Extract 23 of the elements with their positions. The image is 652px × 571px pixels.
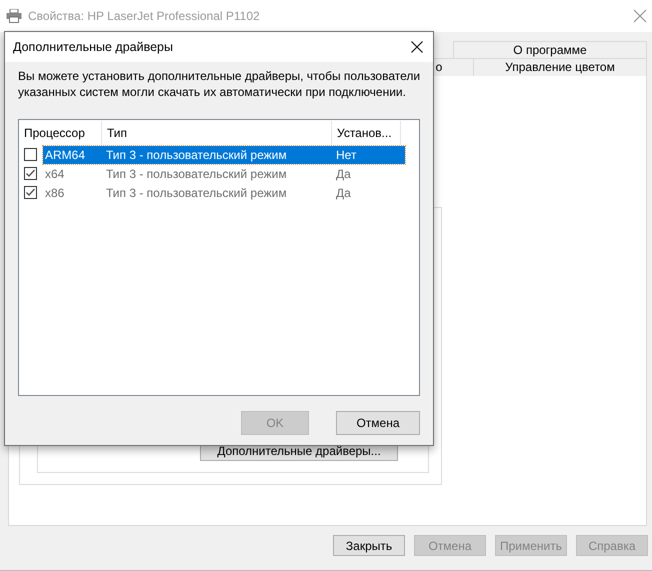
close-icon[interactable] (411, 41, 423, 53)
tab[interactable]: Управление цветом (474, 58, 647, 76)
window-title: Свойства: HP LaserJet Professional P1102 (28, 9, 261, 23)
dialog-button[interactable]: Закрыть (333, 535, 405, 556)
table-cell-text: Тип 3 - пользовательский режим (106, 166, 288, 180)
table-cell-text: Тип 3 - пользовательский режим (106, 148, 288, 162)
dialog-button[interactable]: Отмена (336, 411, 420, 435)
table-cell-text: Да (336, 186, 352, 200)
dialog-title: Дополнительные драйверы (13, 40, 174, 54)
printer-icon (6, 9, 22, 23)
table-row[interactable]: x86 Тип 3 - пользовательский режим Да (43, 184, 405, 202)
checkbox[interactable] (24, 148, 37, 161)
table-cell-text: ARM64 (44, 148, 86, 162)
table-cell-text: Тип 3 - пользовательский режим (106, 186, 288, 200)
table-row[interactable]: ARM64 Тип 3 - пользовательский режим Нет (43, 146, 405, 164)
tab[interactable]: О программе (453, 41, 647, 59)
table-cell-text: Да (336, 166, 352, 180)
table-cell-text: Нет (336, 148, 358, 162)
checkbox[interactable] (24, 167, 37, 180)
table-cell-text: x86 (44, 186, 66, 200)
checkbox[interactable] (24, 186, 37, 199)
table-row[interactable]: x64 Тип 3 - пользовательский режим Да (43, 164, 405, 182)
table-cell-text: x64 (44, 166, 66, 180)
